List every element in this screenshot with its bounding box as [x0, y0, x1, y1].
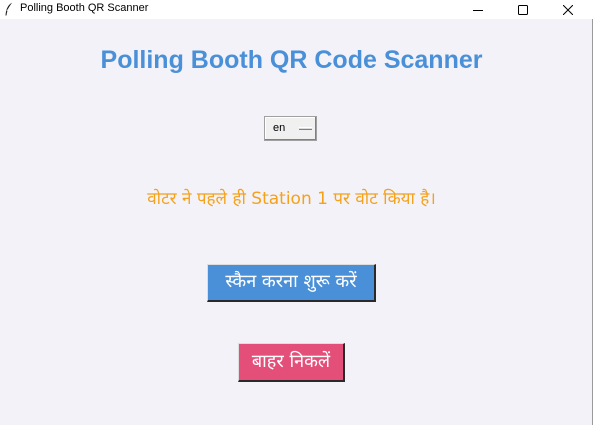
- option-menu-indicator-icon: [299, 127, 312, 130]
- close-button[interactable]: [545, 0, 591, 19]
- title-bar: Polling Booth QR Scanner: [0, 0, 593, 19]
- maximize-button[interactable]: [500, 0, 546, 19]
- status-message: वोटर ने पहले ही Station 1 पर वोट किया है…: [147, 189, 436, 209]
- exit-button[interactable]: बाहर निकलें: [238, 343, 345, 382]
- language-select[interactable]: en: [264, 116, 317, 141]
- window-title: Polling Booth QR Scanner: [20, 2, 149, 14]
- page-title: Polling Booth QR Code Scanner: [100, 46, 483, 74]
- maximize-icon: [518, 4, 528, 15]
- app-window: Polling Booth QR Scanner Polling Booth Q…: [0, 0, 593, 425]
- close-icon: [563, 4, 573, 15]
- feather-icon: [5, 2, 13, 16]
- minimize-icon: [473, 9, 483, 11]
- minimize-button[interactable]: [455, 0, 501, 19]
- start-scanning-button[interactable]: स्कैन करना शुरू करें: [207, 264, 376, 302]
- language-select-value: en: [273, 122, 286, 134]
